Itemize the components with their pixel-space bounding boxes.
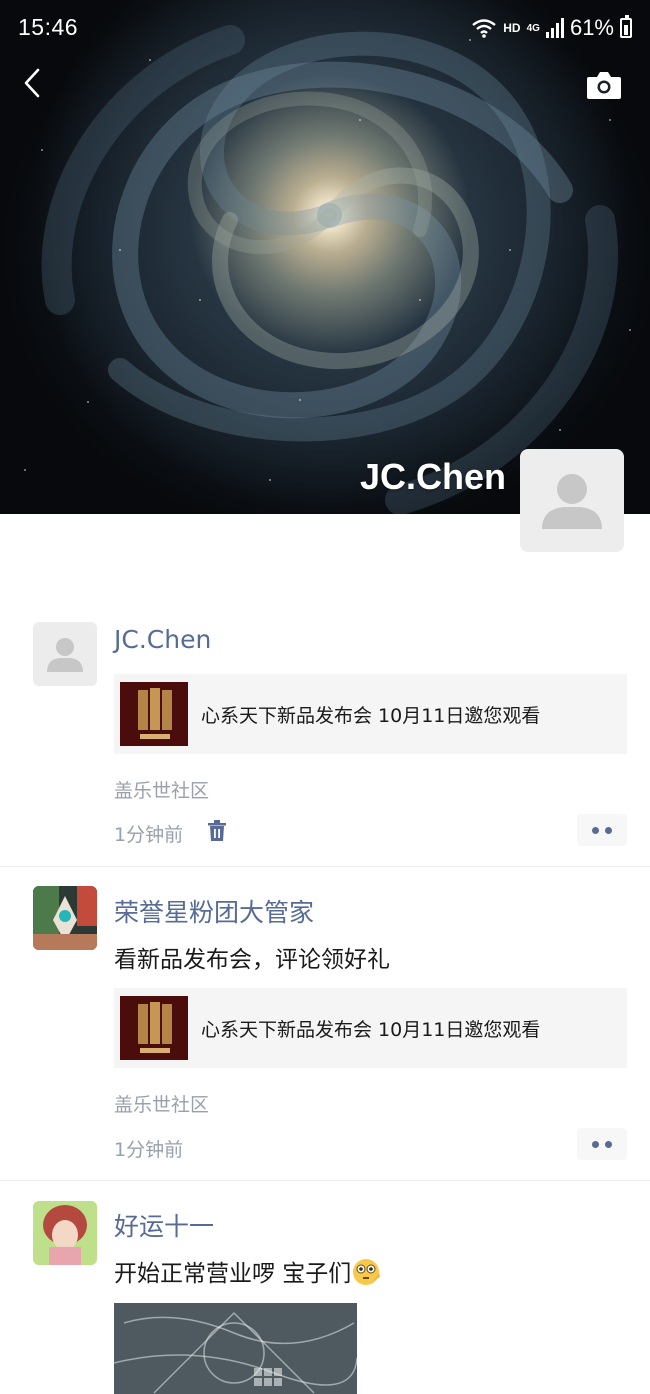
battery-percent: 61%	[569, 15, 614, 40]
back-arrow-icon[interactable]	[18, 66, 52, 100]
post-text-row: 开始正常营业啰 宝子们	[114, 1254, 381, 1288]
post-location[interactable]: 盖乐世社区	[114, 1090, 209, 1117]
share-thumbnail	[120, 996, 188, 1060]
trash-icon[interactable]	[207, 820, 227, 842]
status-time: 15:46	[18, 14, 79, 40]
post-time: 1分钟前	[114, 1139, 184, 1161]
wifi-icon	[472, 19, 497, 38]
post-text: 看新品发布会，评论领好礼	[114, 947, 390, 973]
flushed-face-emoji-icon	[353, 1259, 381, 1285]
hd-label: HD	[503, 21, 521, 35]
post-divider	[0, 1180, 650, 1181]
network-label: 4G	[526, 22, 540, 34]
signal-icon	[545, 18, 564, 38]
galaxy-cover-image	[24, 25, 631, 514]
status-icons: HD 4G 61%	[471, 15, 632, 41]
status-bar: 15:46 HD 4G 61%	[0, 0, 650, 56]
post-author-name[interactable]: 好运十一	[114, 1207, 214, 1243]
profile-name: JC.Chen	[359, 456, 506, 497]
profile-avatar[interactable]	[520, 449, 624, 552]
post-author-avatar[interactable]	[33, 622, 97, 686]
share-title: 心系天下新品发布会 10月11日邀您观看	[201, 705, 541, 727]
post-author-name[interactable]: JC.Chen	[114, 625, 211, 654]
post-author-avatar[interactable]	[33, 1201, 97, 1265]
more-actions-button[interactable]	[577, 1128, 627, 1160]
camera-icon[interactable]	[586, 70, 622, 100]
post-text: 开始正常营业啰 宝子们	[114, 1261, 352, 1287]
shared-link-card[interactable]: 心系天下新品发布会 10月11日邀您观看	[114, 988, 627, 1068]
share-title: 心系天下新品发布会 10月11日邀您观看	[201, 1019, 541, 1041]
default-avatar-icon	[47, 638, 83, 672]
avatar-image	[33, 886, 97, 950]
battery-icon	[620, 15, 632, 38]
share-thumbnail	[120, 682, 188, 746]
post-location[interactable]: 盖乐世社区	[114, 776, 209, 803]
post-time: 1分钟前	[114, 824, 184, 846]
post-image[interactable]	[114, 1303, 357, 1394]
profile-cover[interactable]: 15:46 HD 4G 61% JC.Chen	[0, 0, 650, 514]
default-avatar-icon	[542, 474, 602, 529]
avatar-image	[33, 1201, 97, 1265]
post-divider	[0, 866, 650, 867]
shared-link-card[interactable]: 心系天下新品发布会 10月11日邀您观看	[114, 674, 627, 754]
more-actions-button[interactable]	[577, 814, 627, 846]
post-author-name[interactable]: 荣誉星粉团大管家	[114, 893, 314, 929]
post-author-avatar[interactable]	[33, 886, 97, 950]
